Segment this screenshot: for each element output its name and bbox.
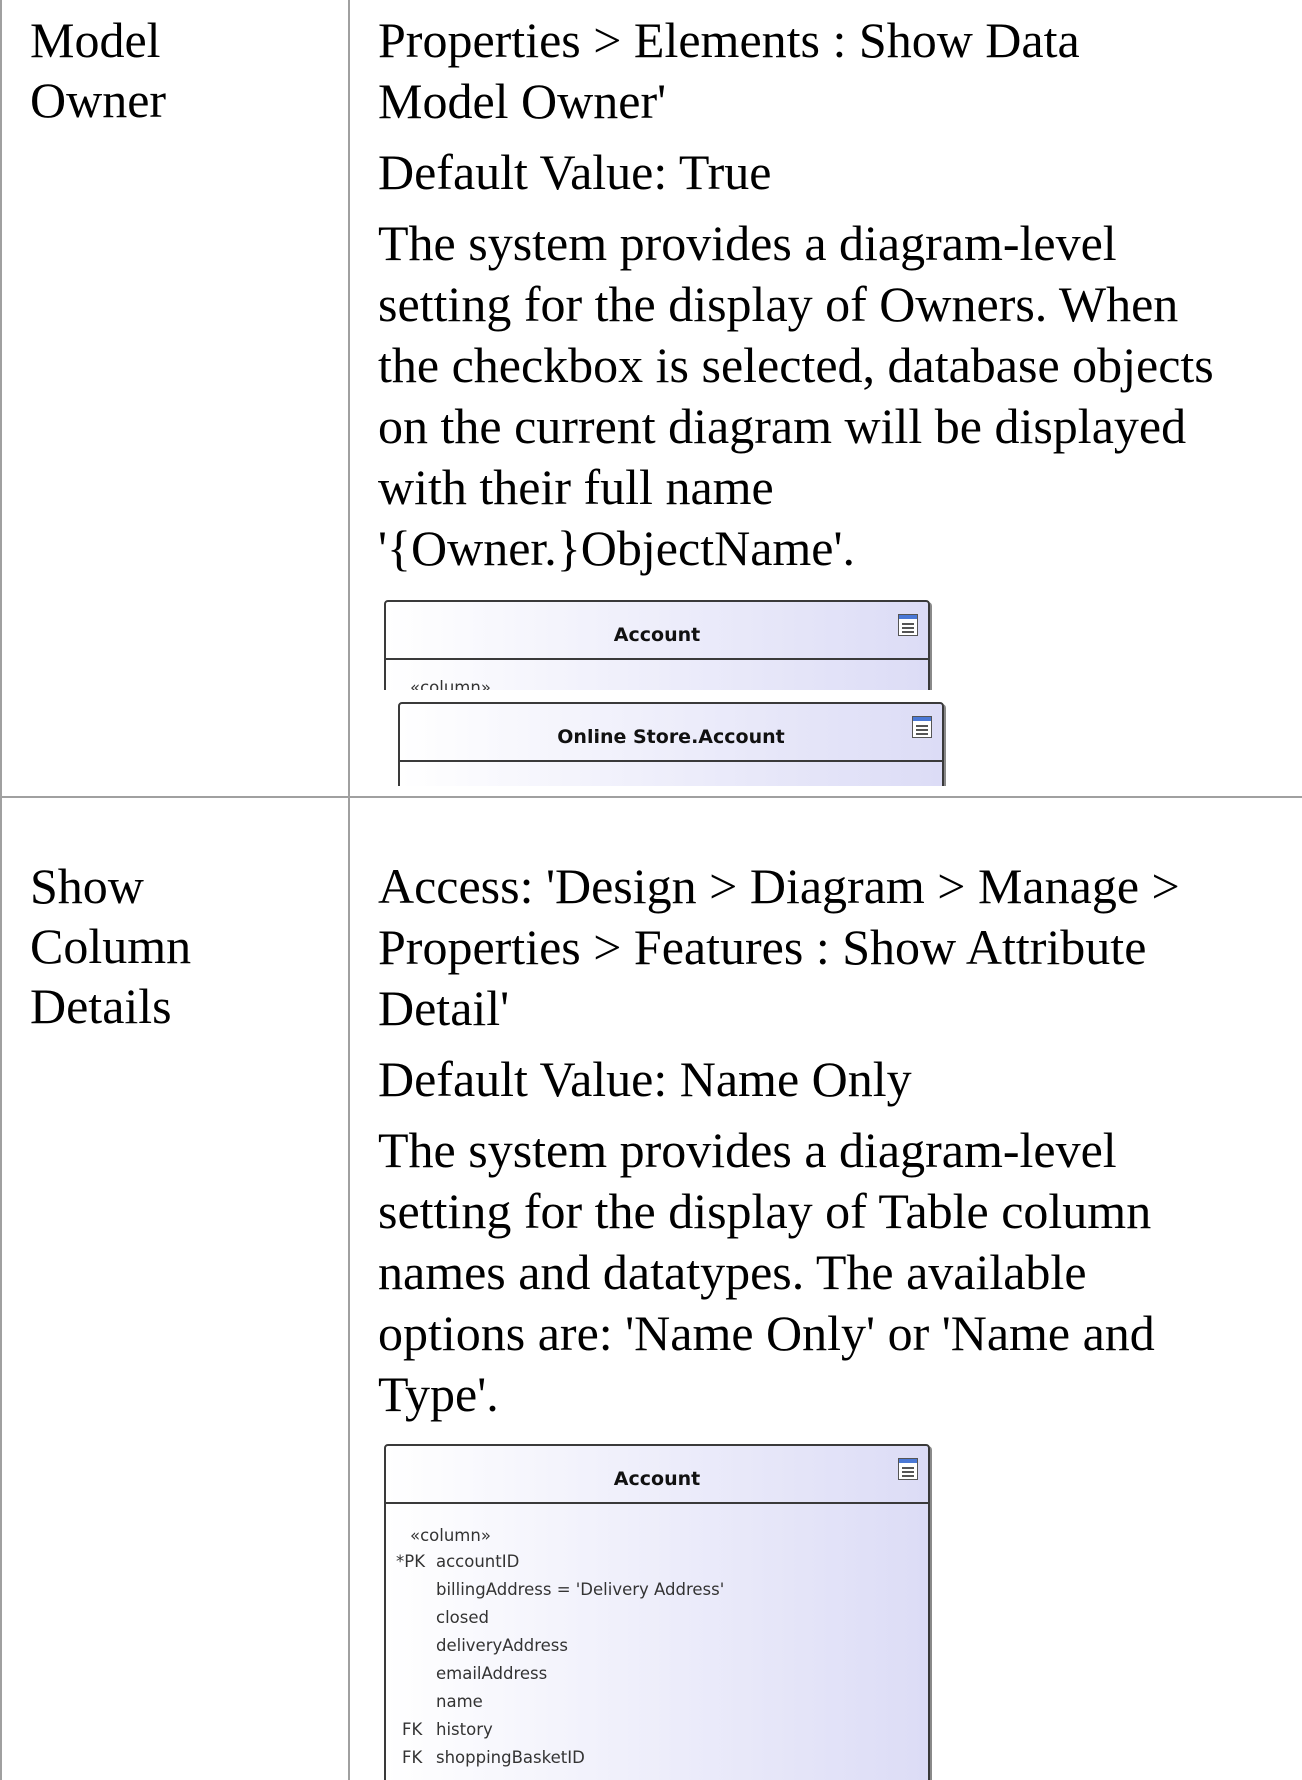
column-key: FK bbox=[402, 1720, 423, 1739]
uml-class-title: Account bbox=[613, 624, 701, 646]
access-line: Detail' bbox=[378, 980, 510, 1036]
column-row: emailAddress bbox=[396, 1664, 547, 1683]
uml-class-title: Online Store.Account bbox=[557, 726, 785, 748]
table-row-divider bbox=[0, 796, 1302, 798]
properties-table: Model Owner Properties > Elements : Show… bbox=[0, 0, 1302, 1780]
row-description-show-column-details: Access: 'Design > Diagram > Manage > Pro… bbox=[378, 856, 1288, 1425]
label-line: Column bbox=[30, 918, 192, 974]
description-line: names and datatypes. The available bbox=[378, 1244, 1087, 1300]
table-column-divider bbox=[348, 0, 350, 1780]
class-notes-icon bbox=[898, 614, 918, 636]
column-name: accountID bbox=[436, 1552, 520, 1571]
column-name: name bbox=[436, 1692, 483, 1711]
online-store-account-diagram-cropped: Online Store.Account bbox=[394, 698, 954, 786]
column-key: FK bbox=[402, 1748, 423, 1767]
default-value: Default Value: Name Only bbox=[378, 1051, 912, 1107]
access-line: Access: 'Design > Diagram > Manage > bbox=[378, 858, 1180, 914]
description-line: '{Owner.}ObjectName'. bbox=[378, 520, 855, 576]
description-line: setting for the display of Table column bbox=[378, 1183, 1152, 1239]
column-key: *PK bbox=[396, 1552, 426, 1571]
column-row: name bbox=[396, 1692, 483, 1711]
column-name: closed bbox=[436, 1608, 489, 1627]
column-name: billingAddress = 'Delivery Address' bbox=[436, 1580, 725, 1599]
label-line: Model bbox=[30, 12, 161, 68]
row-label-show-column-details: Show Column Details bbox=[30, 856, 191, 1036]
uml-separator bbox=[386, 658, 928, 660]
default-value: Default Value: True bbox=[378, 144, 772, 200]
column-name: shoppingBasketID bbox=[436, 1748, 585, 1767]
account-diagram-cropped: Account «column» bbox=[380, 596, 940, 690]
column-row: closed bbox=[396, 1608, 489, 1627]
label-line: Owner bbox=[30, 72, 167, 128]
access-line: Properties > Features : Show Attribute bbox=[378, 919, 1147, 975]
class-notes-icon bbox=[912, 716, 932, 738]
table-left-border bbox=[0, 0, 2, 1780]
description-line: options are: 'Name Only' or 'Name and bbox=[378, 1305, 1155, 1361]
column-row: FK history bbox=[402, 1720, 493, 1739]
label-line: Details bbox=[30, 978, 172, 1034]
class-notes-icon bbox=[898, 1458, 918, 1480]
access-line: Model Owner' bbox=[378, 73, 667, 129]
uml-class-box: Account «column» bbox=[384, 600, 930, 690]
column-row: FK shoppingBasketID bbox=[402, 1748, 585, 1767]
column-row: billingAddress = 'Delivery Address' bbox=[396, 1580, 724, 1599]
column-name: history bbox=[436, 1720, 493, 1739]
description-line: on the current diagram will be displayed bbox=[378, 398, 1187, 454]
column-name: deliveryAddress bbox=[436, 1636, 568, 1655]
column-row: *PK accountID bbox=[396, 1552, 519, 1571]
account-diagram-with-columns: Account «column» *PK accountID billingAdd… bbox=[380, 1440, 940, 1780]
access-line: Properties > Elements : Show Data bbox=[378, 12, 1080, 68]
description-line: The system provides a diagram-level bbox=[378, 1122, 1117, 1178]
uml-stereotype: «column» bbox=[410, 678, 491, 690]
row-label-model-owner: Model Owner bbox=[30, 10, 166, 130]
uml-class-title: Account bbox=[613, 1468, 701, 1490]
column-row: deliveryAddress bbox=[396, 1636, 568, 1655]
column-name: emailAddress bbox=[436, 1664, 548, 1683]
label-line: Show bbox=[30, 858, 144, 914]
uml-separator bbox=[400, 760, 942, 762]
row-description-model-owner: Properties > Elements : Show Data Model … bbox=[378, 10, 1288, 579]
description-line: Type'. bbox=[378, 1366, 499, 1422]
uml-separator bbox=[386, 1502, 928, 1504]
uml-class-box: Account «column» *PK accountID billingAdd… bbox=[384, 1444, 930, 1780]
uml-class-box: Online Store.Account bbox=[398, 702, 944, 786]
description-line: the checkbox is selected, database objec… bbox=[378, 337, 1214, 393]
uml-stereotype: «column» bbox=[410, 1526, 491, 1545]
description-line: The system provides a diagram-level bbox=[378, 215, 1117, 271]
description-line: setting for the display of Owners. When bbox=[378, 276, 1179, 332]
description-line: with their full name bbox=[378, 459, 774, 515]
